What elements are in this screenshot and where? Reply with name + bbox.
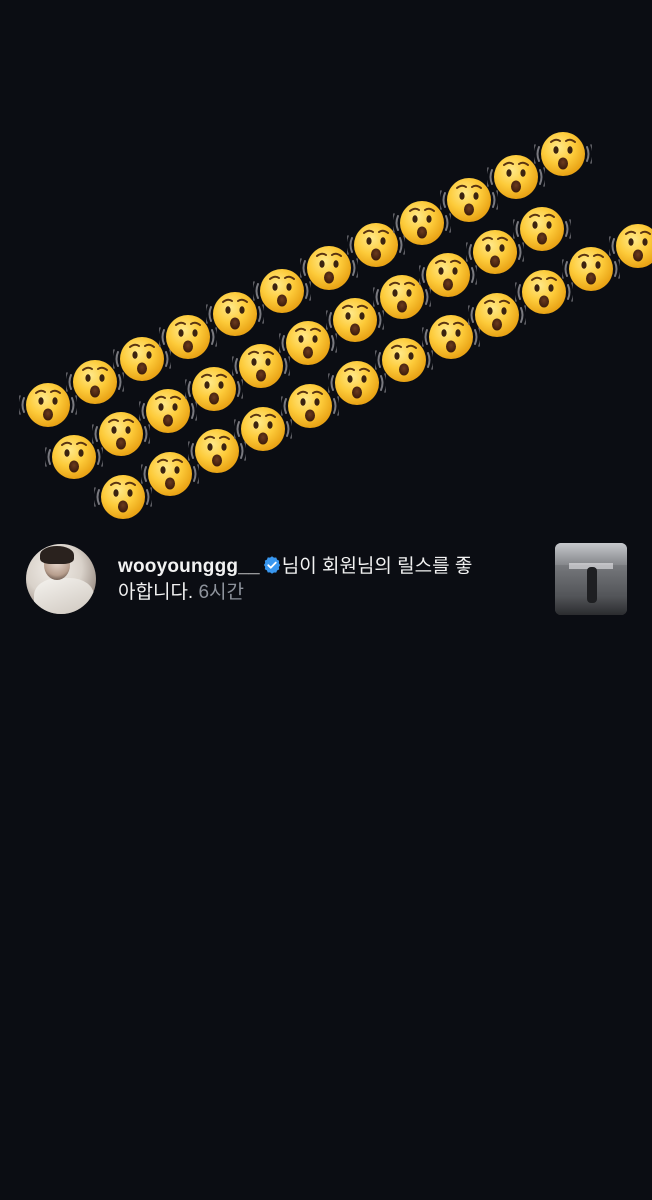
thumbnail-person: [587, 567, 597, 603]
timestamp: 6시간: [198, 582, 245, 603]
username[interactable]: wooyounggg__: [118, 556, 260, 577]
reel-thumbnail[interactable]: [555, 543, 627, 615]
hushed-face-icon: [533, 131, 592, 178]
profile-avatar[interactable]: [26, 544, 96, 614]
avatar-hair: [40, 546, 74, 564]
verified-badge-icon: [263, 556, 280, 574]
message-line-2: 아합니다.: [118, 582, 194, 603]
thumbnail-ceiling: [555, 543, 627, 565]
message-line-1: 님이 회원님의 릴스를 좋: [281, 556, 473, 577]
like-notification[interactable]: wooyounggg__ 님이 회원님의 릴스를 좋 아합니다. 6시간: [0, 540, 652, 620]
avatar-body: [34, 578, 94, 614]
reaction-emoji-group: [0, 0, 652, 530]
notification-text: wooyounggg__ 님이 회원님의 릴스를 좋 아합니다. 6시간: [118, 554, 528, 606]
hushed-face-icon: [608, 223, 652, 270]
